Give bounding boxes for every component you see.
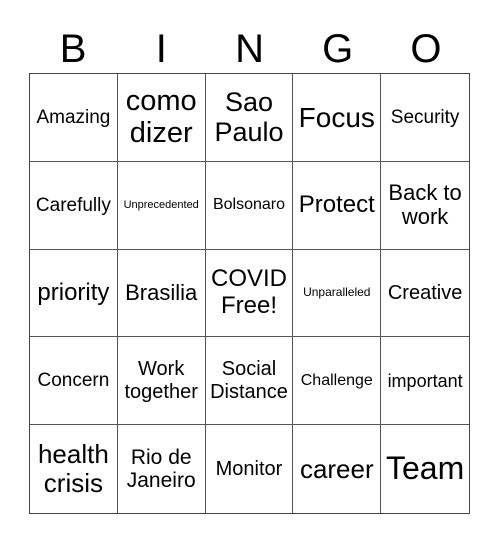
bingo-cell[interactable]: Creative [381,250,469,338]
bingo-cell[interactable]: Protect [293,161,382,250]
bingo-cell[interactable]: COVID Free! [205,249,294,338]
bingo-cell[interactable]: como dizer [117,74,206,162]
bingo-grid: Amazing como dizer Sao Paulo Focus Secur… [29,73,470,514]
bingo-cell[interactable]: career [293,425,382,513]
bingo-cell[interactable]: Challenge [293,337,382,426]
bingo-cell[interactable]: health crisis [30,425,118,513]
header-letter-o: O [410,27,442,71]
header-letter-b: B [59,27,87,71]
bingo-cell[interactable]: priority [30,249,118,338]
bingo-cell[interactable]: Unparalleled [293,249,382,338]
bingo-cell[interactable]: Social Distance [205,337,294,426]
bingo-cell[interactable]: Work together [117,337,206,426]
bingo-cell[interactable]: Security [381,74,469,162]
bingo-cell[interactable]: Brasilia [117,249,206,338]
bingo-cell[interactable]: Back to work [381,162,469,250]
bingo-cell[interactable]: Rio de Janeiro [118,425,206,513]
bingo-cell[interactable]: Monitor [206,425,294,513]
header-letter-n: N [235,27,264,71]
bingo-header: B I N G O [29,24,470,74]
bingo-cell[interactable]: Bolsonaro [205,161,294,250]
header-letter-i: I [155,27,167,71]
bingo-cell[interactable]: Team [381,425,469,513]
bingo-cell[interactable]: important [381,337,469,426]
bingo-cell[interactable]: Unprecedented [117,161,206,250]
header-letter-g: G [322,27,354,71]
bingo-cell[interactable]: Concern [30,337,118,426]
bingo-cell[interactable]: Amazing [30,74,118,162]
bingo-cell[interactable]: Sao Paulo [205,74,294,162]
bingo-cell[interactable]: Carefully [30,161,118,250]
bingo-cell[interactable]: Focus [293,74,382,162]
